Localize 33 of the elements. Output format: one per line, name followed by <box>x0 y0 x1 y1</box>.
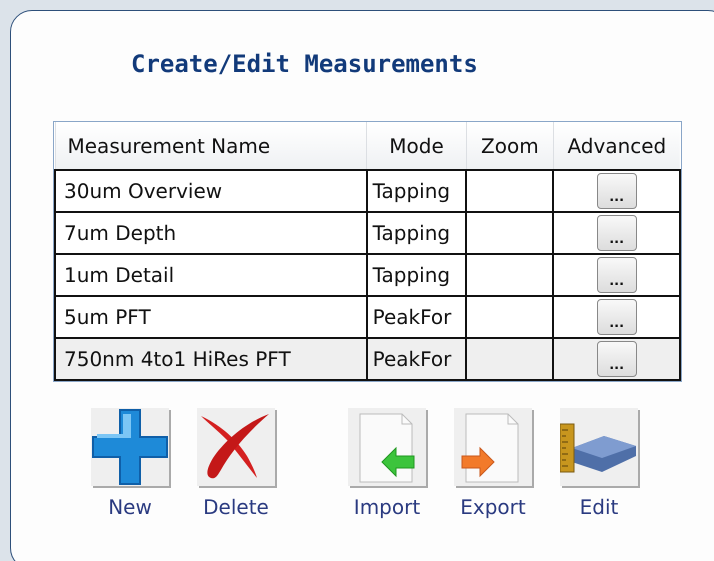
table-row[interactable]: 7um Depth Tapping ... <box>55 212 680 254</box>
advanced-button[interactable]: ... <box>596 340 637 377</box>
dialog-title: Create/Edit Measurements <box>131 49 478 79</box>
column-header[interactable]: Measurement Name <box>55 122 367 170</box>
advanced-button[interactable]: ... <box>596 172 637 209</box>
advanced-button[interactable]: ... <box>596 298 637 335</box>
export-button[interactable]: Export <box>454 408 532 522</box>
table-cell: PeakFor <box>372 347 452 371</box>
table-row[interactable]: 1um Detail Tapping ... <box>55 254 680 296</box>
column-header[interactable]: Zoom <box>466 122 554 170</box>
plus-icon <box>91 408 169 486</box>
table-cell: Tapping <box>372 179 450 203</box>
cross-icon <box>197 408 275 486</box>
delete-button[interactable]: Delete <box>197 408 275 522</box>
advanced-button[interactable]: ... <box>596 256 637 293</box>
table-cell: Tapping <box>372 263 450 287</box>
table-cell: 1um Detail <box>64 263 174 287</box>
column-header[interactable]: Advanced <box>553 122 680 170</box>
table-cell: PeakFor <box>372 305 452 329</box>
table-cell: 750nm 4to1 HiRes PFT <box>64 347 291 371</box>
column-header[interactable]: Mode <box>366 122 466 170</box>
table-cell: 30um Overview <box>64 179 222 203</box>
import-button[interactable]: Import <box>348 408 426 522</box>
ruler-slab-icon <box>560 408 638 486</box>
edit-button[interactable]: Edit <box>560 408 638 522</box>
table-cell: 7um Depth <box>64 221 176 245</box>
new-button[interactable]: New <box>91 408 169 522</box>
table-row[interactable]: 5um PFT PeakFor ... <box>55 296 680 338</box>
advanced-button[interactable]: ... <box>596 214 637 251</box>
table-cell: Tapping <box>372 221 450 245</box>
table-row[interactable]: 750nm 4to1 HiRes PFT PeakFor ... <box>55 338 680 380</box>
table-cell: 5um PFT <box>64 305 151 329</box>
table-row[interactable]: 30um Overview Tapping ... <box>55 170 680 212</box>
